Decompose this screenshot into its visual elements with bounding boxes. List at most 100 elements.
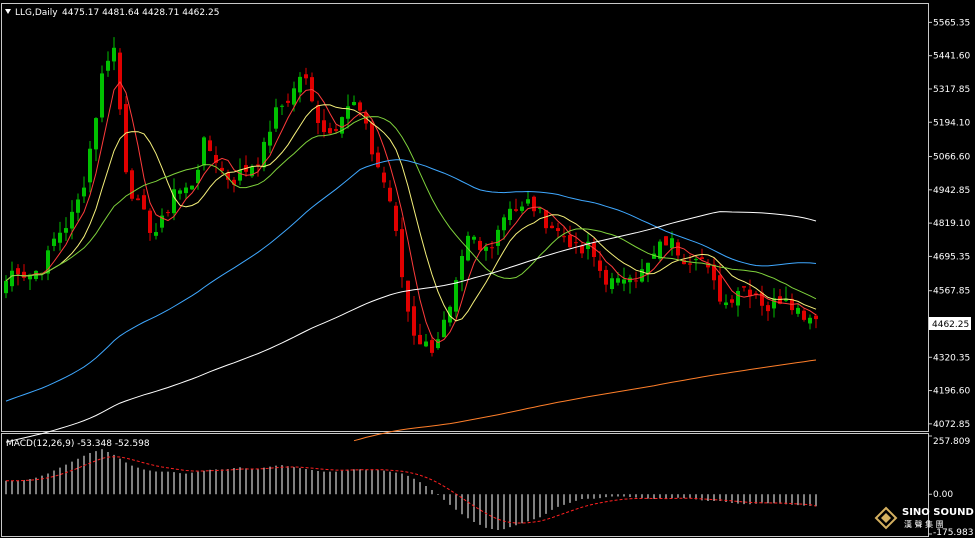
candle-body [556,228,560,231]
candle-body [142,195,146,210]
candle-body [166,212,170,214]
candle-body [808,317,812,324]
candle-body [280,105,284,107]
candle [664,236,668,246]
candle-body [742,286,746,288]
candle [130,168,134,202]
candle-body [550,225,554,229]
price-tick-label: 5317.85 [933,85,970,95]
candle-body [724,302,728,306]
candle-body [16,268,20,275]
candle-body [676,242,680,256]
candle-body [190,185,194,190]
candle-body [322,120,326,133]
candle-body [736,290,740,306]
candle-body [70,211,74,229]
candle-body [802,310,806,320]
candle-body [424,341,428,347]
candle-body [316,105,320,123]
candle-body [304,74,308,79]
candle-body [328,128,332,134]
candle-body [694,259,698,261]
candle [100,65,104,123]
candle-body [388,187,392,202]
candle-body [772,298,776,309]
candle-body [436,339,440,349]
candle-body [292,88,296,105]
price-tick-label: 5441.60 [933,52,970,62]
candle-body [274,107,278,129]
candle-body [496,229,500,246]
candle-body [412,306,416,336]
candle-body [670,238,674,249]
price-tick-label: 4320.35 [933,353,970,363]
candle-body [406,280,410,312]
macd-tick-label: 0.00 [933,490,953,500]
candle-body [64,228,68,233]
logo-sub: 漢 聲 集 團 [904,519,944,529]
candle-body [646,262,650,274]
candle-body [514,209,518,211]
symbol-label: LLG,Daily [15,8,58,18]
candle-body [394,205,398,231]
candle-body [442,319,446,338]
candle-body [112,47,116,62]
chart-canvas: 5565.35 5441.60 5317.85 5194.10 5066.60 4942.… [0,0,975,538]
candle-body [604,269,608,285]
candle-body [94,118,98,150]
candle-body [472,236,476,240]
candle-body [610,278,614,290]
candle-body [508,208,512,220]
macd-tick-label: 257.809 [933,437,970,447]
candle-body [658,241,662,259]
ohlc-label: 4475.17 4481.64 4428.71 4462.25 [62,8,219,18]
price-tick-label: 4196.60 [933,387,970,397]
candle-body [598,260,602,271]
candle-body [478,240,482,250]
candle-body [580,245,584,254]
candle-body [352,102,356,106]
candle-body [430,340,434,353]
candle-body [208,140,212,152]
candle-body [370,122,374,155]
candle-body [58,232,62,243]
candle-body [622,279,626,284]
candle-body [616,278,620,283]
candle-body [502,217,506,231]
candle-body [376,152,380,168]
macd-label: MACD(12,26,9) -53.348 -52.598 [6,439,150,449]
candle-body [196,169,200,184]
candle-body [136,198,140,201]
candle-body [76,199,80,213]
candle-body [298,76,302,93]
candle-body [148,210,152,233]
candle-body [520,206,524,211]
candle-body [796,307,800,314]
price-tick-label: 5066.60 [933,153,970,163]
price-tick-label: 4819.10 [933,219,970,229]
candle-body [418,334,422,345]
candle-body [184,187,188,194]
candle-body [664,236,668,246]
price-tick-label: 5194.10 [933,118,970,128]
candle-body [718,275,722,302]
last-price-tag: 4462.25 [929,317,971,330]
candle-body [634,280,638,282]
candle [124,96,128,175]
candle-body [154,232,158,236]
candle-body [454,280,458,312]
candle-body [106,60,110,71]
candle-body [490,247,494,249]
price-tick-label: 4567.85 [933,287,970,297]
candle-body [814,315,818,320]
candle-body [526,199,530,204]
candle-body [460,256,464,280]
candle-body [130,170,134,199]
candle-body [52,238,56,246]
candle-body [10,270,14,287]
candle-body [448,306,452,323]
candle-body [766,305,770,312]
candle-body [700,257,704,260]
price-tick-label: 4072.85 [933,420,970,430]
candle-body [286,100,290,103]
